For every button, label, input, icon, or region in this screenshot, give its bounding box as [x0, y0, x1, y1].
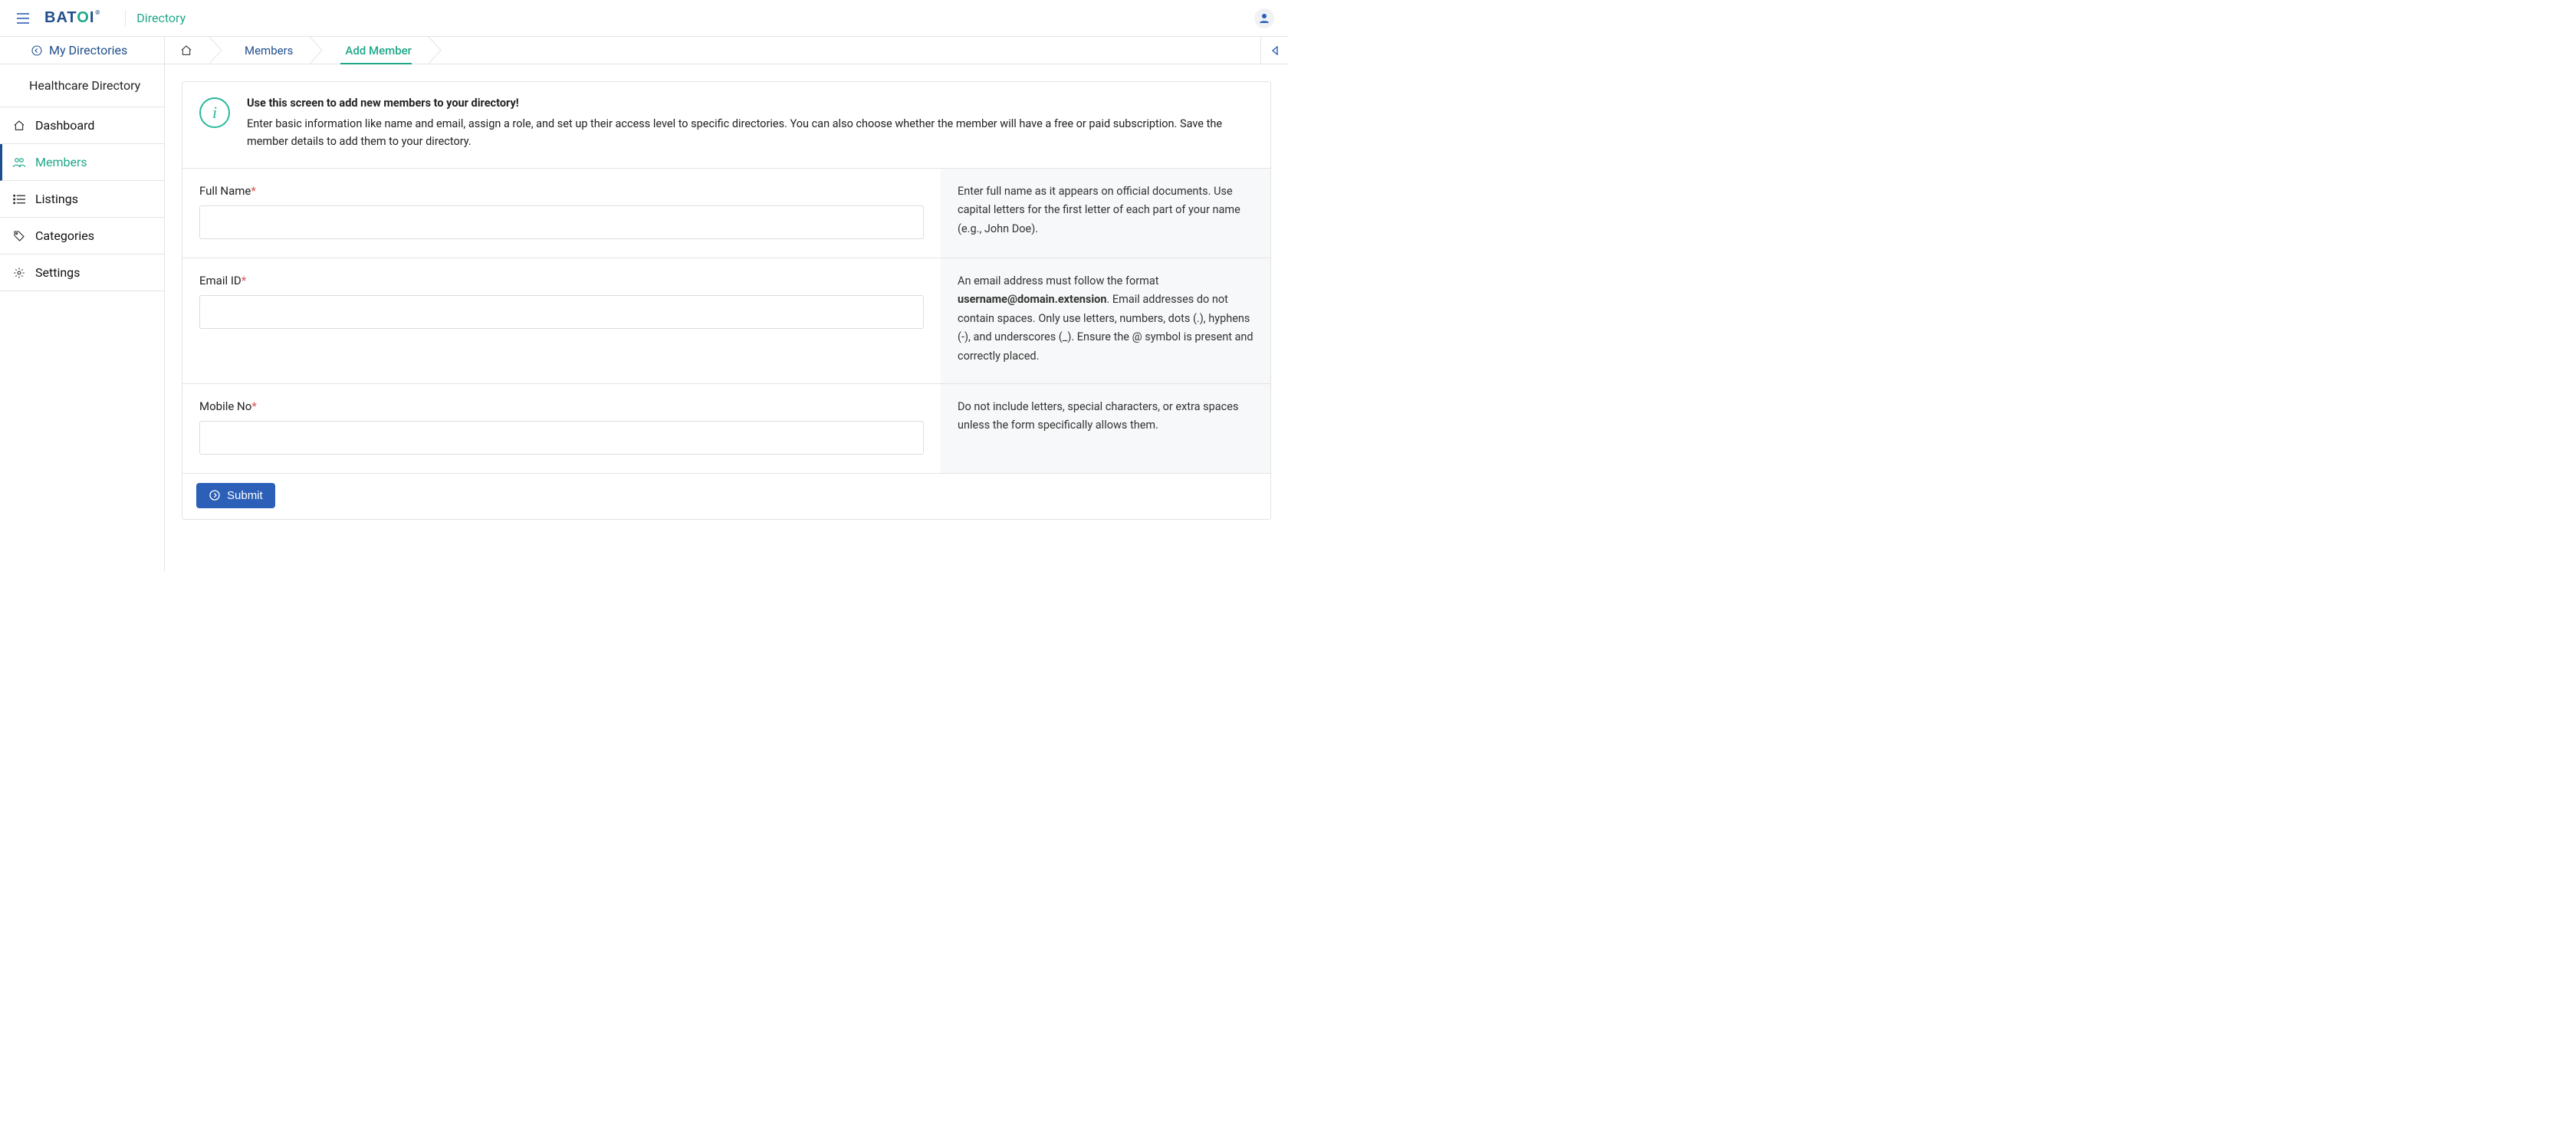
logo-registered: ®: [95, 9, 100, 16]
email-label: Email ID: [199, 274, 242, 287]
form-row-mobile: Mobile No* Do not include letters, speci…: [182, 384, 1270, 474]
menu-toggle-button[interactable]: [17, 13, 29, 24]
logo-text-part1: BAT: [44, 9, 77, 26]
sidebar-item-members[interactable]: Members: [0, 144, 164, 181]
info-icon: i: [199, 97, 230, 128]
triangle-left-icon: [1271, 46, 1279, 55]
app-name[interactable]: Directory: [136, 11, 186, 25]
mobile-hint: Do not include letters, special characte…: [941, 384, 1270, 473]
collapse-panel-button[interactable]: [1260, 37, 1288, 64]
full-name-input[interactable]: [199, 205, 924, 239]
sidebar-item-label: Listings: [35, 192, 78, 206]
user-avatar[interactable]: [1254, 8, 1274, 28]
sidebar: Healthcare Directory Dashboard Members: [0, 64, 165, 571]
full-name-label: Full Name: [199, 184, 251, 198]
sidebar-item-label: Categories: [35, 228, 94, 243]
logo-text-accent: O: [77, 9, 90, 26]
sidebar-item-listings[interactable]: Listings: [0, 181, 164, 218]
required-marker: *: [242, 274, 246, 287]
list-icon: [12, 194, 26, 205]
arrow-right-circle-icon: [209, 489, 221, 501]
breadcrumb-separator: [429, 37, 442, 64]
tag-icon: [12, 230, 26, 242]
back-arrow-icon: [31, 44, 43, 57]
sidebar-item-categories[interactable]: Categories: [0, 218, 164, 255]
directory-title: Healthcare Directory: [0, 64, 164, 107]
form-row-full-name: Full Name* Enter full name as it appears…: [182, 169, 1270, 258]
sidebar-item-label: Settings: [35, 265, 80, 280]
info-banner-body: Enter basic information like name and em…: [247, 115, 1254, 150]
add-member-card: i Use this screen to add new members to …: [182, 81, 1271, 520]
breadcrumb-add-member-label: Add Member: [345, 44, 412, 57]
required-marker: *: [251, 184, 255, 198]
breadcrumb-separator: [209, 37, 223, 64]
sidebar-item-label: Dashboard: [35, 118, 94, 133]
sidebar-item-dashboard[interactable]: Dashboard: [0, 107, 164, 144]
email-input[interactable]: [199, 295, 924, 329]
members-icon: [12, 156, 26, 169]
info-banner-title: Use this screen to add new members to yo…: [247, 97, 519, 110]
back-to-directories-link[interactable]: My Directories: [31, 43, 127, 57]
mobile-input[interactable]: [199, 421, 924, 455]
gear-icon: [12, 267, 26, 279]
breadcrumb-separator: [310, 37, 324, 64]
form-row-email: Email ID* An email address must follow t…: [182, 258, 1270, 384]
breadcrumb-members[interactable]: Members: [223, 37, 310, 64]
email-hint-strong: username@domain.extension: [958, 293, 1107, 306]
breadcrumb-members-label: Members: [245, 44, 293, 57]
home-icon: [12, 120, 26, 132]
email-hint-before: An email address must follow the format: [958, 274, 1159, 287]
brand-logo[interactable]: BATOI®: [44, 9, 100, 27]
submit-button[interactable]: Submit: [196, 483, 275, 508]
logo-text-part2: I: [90, 9, 95, 26]
sidebar-item-label: Members: [35, 155, 87, 169]
breadcrumb-add-member[interactable]: Add Member: [324, 37, 429, 64]
info-banner: i Use this screen to add new members to …: [182, 82, 1270, 169]
full-name-hint: Enter full name as it appears on officia…: [941, 169, 1270, 258]
email-hint: An email address must follow the format …: [941, 258, 1270, 383]
breadcrumb: Members Add Member: [165, 37, 1260, 64]
divider: [125, 10, 126, 27]
submit-button-label: Submit: [227, 489, 263, 502]
user-icon: [1257, 11, 1271, 25]
home-icon: [180, 44, 192, 57]
back-link-label: My Directories: [49, 43, 127, 57]
sidebar-item-settings[interactable]: Settings: [0, 255, 164, 291]
breadcrumb-home[interactable]: [165, 37, 209, 64]
required-marker: *: [251, 399, 256, 413]
mobile-label: Mobile No: [199, 399, 251, 413]
